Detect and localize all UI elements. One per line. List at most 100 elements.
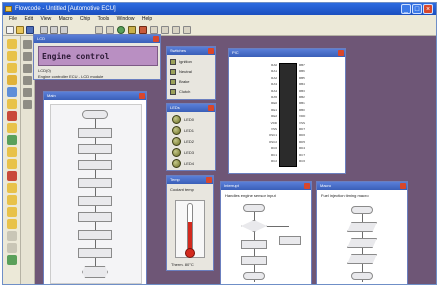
menu-macro[interactable]: Macro bbox=[59, 15, 73, 24]
loop-icon[interactable] bbox=[7, 111, 17, 121]
macro-close-icon[interactable] bbox=[400, 183, 406, 189]
interrupt-begin[interactable] bbox=[243, 204, 265, 212]
switch-label-brake: Brake bbox=[179, 79, 190, 84]
lcd-close-icon[interactable] bbox=[153, 36, 159, 42]
chip-icon[interactable] bbox=[106, 26, 114, 34]
switch-neutral[interactable] bbox=[170, 69, 176, 75]
new-file-icon[interactable] bbox=[6, 26, 14, 34]
menu-edit[interactable]: Edit bbox=[24, 15, 33, 24]
flow-block-7[interactable] bbox=[78, 230, 112, 240]
switches-close-icon[interactable] bbox=[208, 48, 214, 54]
flow-end[interactable] bbox=[82, 266, 108, 278]
pause-icon[interactable] bbox=[128, 26, 136, 34]
comment-icon[interactable] bbox=[7, 195, 17, 205]
zoom-icon[interactable] bbox=[183, 26, 191, 34]
calculation-icon[interactable] bbox=[7, 147, 17, 157]
macro-end[interactable] bbox=[351, 272, 373, 280]
macro-io-1[interactable] bbox=[347, 222, 377, 232]
flow-block-8[interactable] bbox=[78, 248, 112, 258]
output-icon[interactable] bbox=[7, 63, 17, 73]
thermometer-mercury bbox=[188, 222, 192, 250]
switch-component-icon[interactable] bbox=[23, 40, 32, 49]
lcd-display: Engine control bbox=[38, 46, 158, 66]
macro-begin[interactable] bbox=[351, 206, 373, 214]
delay-icon[interactable] bbox=[7, 75, 17, 85]
step-into-icon[interactable] bbox=[161, 26, 169, 34]
menu-view[interactable]: View bbox=[40, 15, 51, 24]
thermometer-close-icon[interactable] bbox=[206, 177, 212, 183]
flag-icon[interactable] bbox=[7, 255, 17, 265]
chip-left-pin: RA0 bbox=[271, 63, 277, 67]
interrupt-branch-block[interactable] bbox=[279, 236, 301, 245]
motor-component-icon[interactable] bbox=[23, 100, 32, 109]
compile-icon[interactable] bbox=[95, 26, 103, 34]
start-end-icon[interactable] bbox=[7, 39, 17, 49]
stop-icon[interactable] bbox=[139, 26, 147, 34]
chip-left-pin: RC0 bbox=[270, 146, 277, 151]
switch-clutch[interactable] bbox=[170, 89, 176, 95]
flow-block-3[interactable] bbox=[78, 160, 112, 170]
connection-icon[interactable] bbox=[7, 99, 17, 109]
minimize-button[interactable]: _ bbox=[401, 4, 411, 14]
flow-begin[interactable] bbox=[82, 110, 108, 119]
copy-icon[interactable] bbox=[50, 26, 58, 34]
menu-file[interactable]: File bbox=[9, 15, 17, 24]
decision-icon[interactable] bbox=[7, 87, 17, 97]
interrupt-close-icon[interactable] bbox=[304, 183, 310, 189]
step-icon[interactable] bbox=[150, 26, 158, 34]
sensor-component-icon[interactable] bbox=[23, 88, 32, 97]
point-icon[interactable] bbox=[7, 207, 17, 217]
flow-block-2[interactable] bbox=[78, 144, 112, 154]
chip-right-pin: RB2 bbox=[299, 95, 305, 99]
menu-chip[interactable]: Chip bbox=[80, 15, 90, 24]
main-flowchart-titlebar: Main bbox=[44, 92, 146, 100]
maximize-button[interactable]: □ bbox=[412, 4, 422, 14]
interrupt-icon[interactable] bbox=[7, 171, 17, 181]
thermometer-titlebar: Temp bbox=[167, 176, 213, 184]
open-folder-icon[interactable] bbox=[16, 26, 24, 34]
macro-io-2[interactable] bbox=[347, 238, 377, 248]
app-window: Flowcode - Untitled [Automotive ECU] _ □… bbox=[2, 2, 437, 285]
switch-ignition[interactable] bbox=[170, 59, 176, 65]
watch-icon[interactable] bbox=[172, 26, 180, 34]
macro-io-3[interactable] bbox=[347, 254, 377, 264]
keypad-component-icon[interactable] bbox=[23, 76, 32, 85]
interrupt-caption: Handles engine sensor input bbox=[225, 193, 276, 198]
menu-tools[interactable]: Tools bbox=[98, 15, 110, 24]
menu-bar: File Edit View Macro Chip Tools Window H… bbox=[3, 15, 436, 24]
lock-icon[interactable] bbox=[7, 243, 17, 253]
menu-window[interactable]: Window bbox=[117, 15, 135, 24]
c-code-icon[interactable] bbox=[7, 183, 17, 193]
input-icon[interactable] bbox=[7, 51, 17, 61]
paste-icon[interactable] bbox=[60, 26, 68, 34]
lcd-component-icon[interactable] bbox=[23, 64, 32, 73]
string-icon[interactable] bbox=[7, 159, 17, 169]
menu-help[interactable]: Help bbox=[142, 15, 152, 24]
main-flowchart-window: Main bbox=[43, 91, 147, 284]
run-icon[interactable] bbox=[117, 26, 125, 34]
chip-right-pin: VSS bbox=[299, 120, 306, 125]
leds-close-icon[interactable] bbox=[208, 105, 214, 111]
switch-brake[interactable] bbox=[170, 79, 176, 85]
flow-block-1[interactable] bbox=[78, 128, 112, 138]
chip-left-pin: OSC1 bbox=[268, 133, 277, 138]
macro-icon[interactable] bbox=[7, 123, 17, 133]
chip-left-pin: RA3 bbox=[271, 82, 277, 87]
cut-icon[interactable] bbox=[40, 26, 48, 34]
close-button[interactable]: × bbox=[423, 4, 433, 14]
interrupt-decision[interactable] bbox=[241, 220, 267, 232]
main-flowchart-close-icon[interactable] bbox=[139, 93, 145, 99]
interrupt-end[interactable] bbox=[243, 272, 265, 280]
interrupt-block-2[interactable] bbox=[241, 256, 267, 265]
flow-block-4[interactable] bbox=[78, 178, 112, 188]
component-macro-icon[interactable] bbox=[7, 135, 17, 145]
flow-block-6[interactable] bbox=[78, 212, 112, 222]
arrow-up-icon[interactable] bbox=[7, 231, 17, 241]
chip-close-icon[interactable] bbox=[338, 50, 344, 56]
chip-right-pin: RD4 bbox=[299, 146, 306, 151]
goto-icon[interactable] bbox=[7, 219, 17, 229]
save-icon[interactable] bbox=[26, 26, 34, 34]
flow-block-5[interactable] bbox=[78, 196, 112, 206]
led-component-icon[interactable] bbox=[23, 52, 32, 61]
interrupt-block-1[interactable] bbox=[241, 240, 267, 249]
